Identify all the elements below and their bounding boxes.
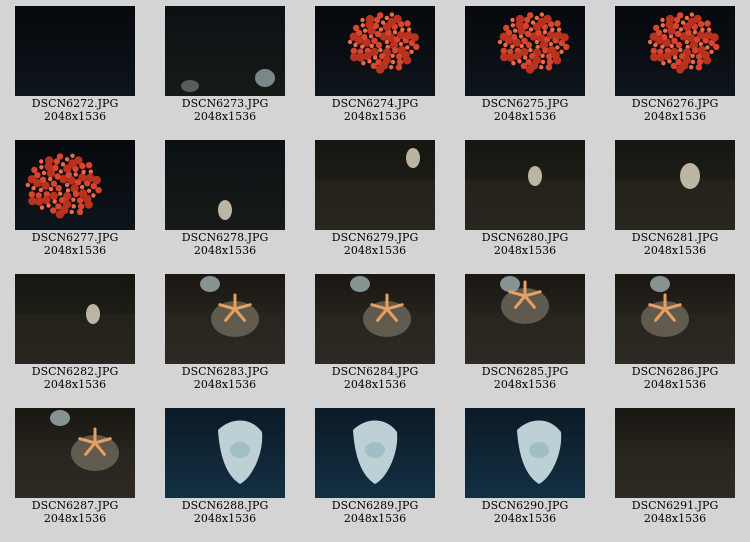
thumbnail-image[interactable] — [165, 274, 285, 364]
thumbnail-item[interactable]: DSCN6273.JPG 2048x1536 — [150, 0, 300, 134]
thumbnail-item[interactable]: DSCN6275.JPG 2048x1536 — [450, 0, 600, 134]
thumbnail-image[interactable] — [615, 6, 735, 96]
dimensions-label: 2048x1536 — [643, 110, 707, 123]
thumbnail-image[interactable] — [615, 274, 735, 364]
sponge-shape — [181, 80, 199, 92]
filename-label[interactable]: DSCN6277.JPG — [0, 231, 150, 244]
filename-label[interactable]: DSCN6274.JPG — [300, 97, 450, 110]
dimensions-label: 2048x1536 — [343, 512, 407, 525]
thumbnail-image[interactable] — [15, 6, 135, 96]
dimensions-label: 2048x1536 — [43, 244, 107, 257]
filename-label[interactable]: DSCN6282.JPG — [0, 365, 150, 378]
dimensions-label: 2048x1536 — [193, 378, 257, 391]
dimensions-label: 2048x1536 — [343, 244, 407, 257]
filename-label[interactable]: DSCN6288.JPG — [150, 499, 300, 512]
thumbnail-item[interactable]: DSCN6281.JPG 2048x1536 — [600, 134, 750, 268]
thumbnail-image[interactable] — [465, 140, 585, 230]
filename-label[interactable]: DSCN6290.JPG — [450, 499, 600, 512]
dimensions-label: 2048x1536 — [43, 378, 107, 391]
thumbnail-item[interactable]: DSCN6274.JPG 2048x1536 — [300, 0, 450, 134]
thumbnail-item[interactable]: DSCN6291.JPG 2048x1536 — [600, 402, 750, 536]
filename-label[interactable]: DSCN6283.JPG — [150, 365, 300, 378]
sponge-shape — [350, 276, 370, 292]
thumbnail-item[interactable]: DSCN6279.JPG 2048x1536 — [300, 134, 450, 268]
thumbnail-item[interactable]: DSCN6280.JPG 2048x1536 — [450, 134, 600, 268]
dimensions-label: 2048x1536 — [643, 512, 707, 525]
thumbnail-item[interactable]: DSCN6282.JPG 2048x1536 — [0, 268, 150, 402]
dimensions-label: 2048x1536 — [193, 512, 257, 525]
thumbnail-image[interactable] — [465, 274, 585, 364]
shell-shape — [218, 200, 232, 220]
thumbnail-item[interactable]: DSCN6278.JPG 2048x1536 — [150, 134, 300, 268]
dimensions-label: 2048x1536 — [193, 110, 257, 123]
thumbnail-image[interactable] — [315, 6, 435, 96]
filename-label[interactable]: DSCN6279.JPG — [300, 231, 450, 244]
thumbnail-item[interactable]: DSCN6286.JPG 2048x1536 — [600, 268, 750, 402]
dimensions-label: 2048x1536 — [493, 244, 557, 257]
shell-shape — [680, 163, 700, 189]
thumbnail-item[interactable]: DSCN6288.JPG 2048x1536 — [150, 402, 300, 536]
thumbnail-image[interactable] — [165, 6, 285, 96]
filename-label[interactable]: DSCN6273.JPG — [150, 97, 300, 110]
dimensions-label: 2048x1536 — [43, 512, 107, 525]
filename-label[interactable]: DSCN6291.JPG — [600, 499, 750, 512]
thumbnail-image[interactable] — [165, 408, 285, 498]
sponge-shape — [50, 410, 70, 426]
dimensions-label: 2048x1536 — [343, 110, 407, 123]
dimensions-label: 2048x1536 — [343, 378, 407, 391]
thumbnail-image[interactable] — [315, 140, 435, 230]
sponge-shape — [650, 276, 670, 292]
filename-label[interactable]: DSCN6276.JPG — [600, 97, 750, 110]
filename-label[interactable]: DSCN6284.JPG — [300, 365, 450, 378]
sponge-shape — [200, 276, 220, 292]
filename-label[interactable]: DSCN6286.JPG — [600, 365, 750, 378]
thumbnail-item[interactable]: DSCN6284.JPG 2048x1536 — [300, 268, 450, 402]
dimensions-label: 2048x1536 — [643, 244, 707, 257]
thumbnail-item[interactable]: DSCN6272.JPG 2048x1536 — [0, 0, 150, 134]
thumbnail-image[interactable] — [465, 408, 585, 498]
filename-label[interactable]: DSCN6272.JPG — [0, 97, 150, 110]
thumbnail-item[interactable]: DSCN6289.JPG 2048x1536 — [300, 402, 450, 536]
thumbnail-item[interactable]: DSCN6283.JPG 2048x1536 — [150, 268, 300, 402]
thumbnail-image[interactable] — [465, 6, 585, 96]
thumbnail-item[interactable]: DSCN6285.JPG 2048x1536 — [450, 268, 600, 402]
shell-shape — [86, 304, 100, 324]
dimensions-label: 2048x1536 — [43, 110, 107, 123]
filename-label[interactable]: DSCN6287.JPG — [0, 499, 150, 512]
dimensions-label: 2048x1536 — [643, 378, 707, 391]
filename-label[interactable]: DSCN6289.JPG — [300, 499, 450, 512]
dimensions-label: 2048x1536 — [493, 110, 557, 123]
thumbnail-grid: DSCN6272.JPG 2048x1536 DSCN6273.JPG 2048x1… — [0, 0, 750, 542]
thumbnail-image[interactable] — [15, 274, 135, 364]
thumbnail-item[interactable]: DSCN6287.JPG 2048x1536 — [0, 402, 150, 536]
filename-label[interactable]: DSCN6280.JPG — [450, 231, 600, 244]
thumbnail-image[interactable] — [315, 408, 435, 498]
sponge-shape — [500, 276, 520, 292]
thumbnail-image[interactable] — [315, 274, 435, 364]
dimensions-label: 2048x1536 — [493, 512, 557, 525]
filename-label[interactable]: DSCN6278.JPG — [150, 231, 300, 244]
thumbnail-item[interactable]: DSCN6277.JPG 2048x1536 — [0, 134, 150, 268]
thumbnail-image[interactable] — [615, 140, 735, 230]
thumbnail-item[interactable]: DSCN6276.JPG 2048x1536 — [600, 0, 750, 134]
thumbnail-image[interactable] — [15, 140, 135, 230]
thumbnail-image[interactable] — [615, 408, 735, 498]
thumbnail-image[interactable] — [15, 408, 135, 498]
dimensions-label: 2048x1536 — [193, 244, 257, 257]
filename-label[interactable]: DSCN6275.JPG — [450, 97, 600, 110]
shell-shape — [406, 148, 420, 168]
filename-label[interactable]: DSCN6281.JPG — [600, 231, 750, 244]
filename-label[interactable]: DSCN6285.JPG — [450, 365, 600, 378]
sponge-shape — [255, 69, 275, 87]
shell-shape — [528, 166, 542, 186]
thumbnail-item[interactable]: DSCN6290.JPG 2048x1536 — [450, 402, 600, 536]
thumbnail-image[interactable] — [165, 140, 285, 230]
dimensions-label: 2048x1536 — [493, 378, 557, 391]
